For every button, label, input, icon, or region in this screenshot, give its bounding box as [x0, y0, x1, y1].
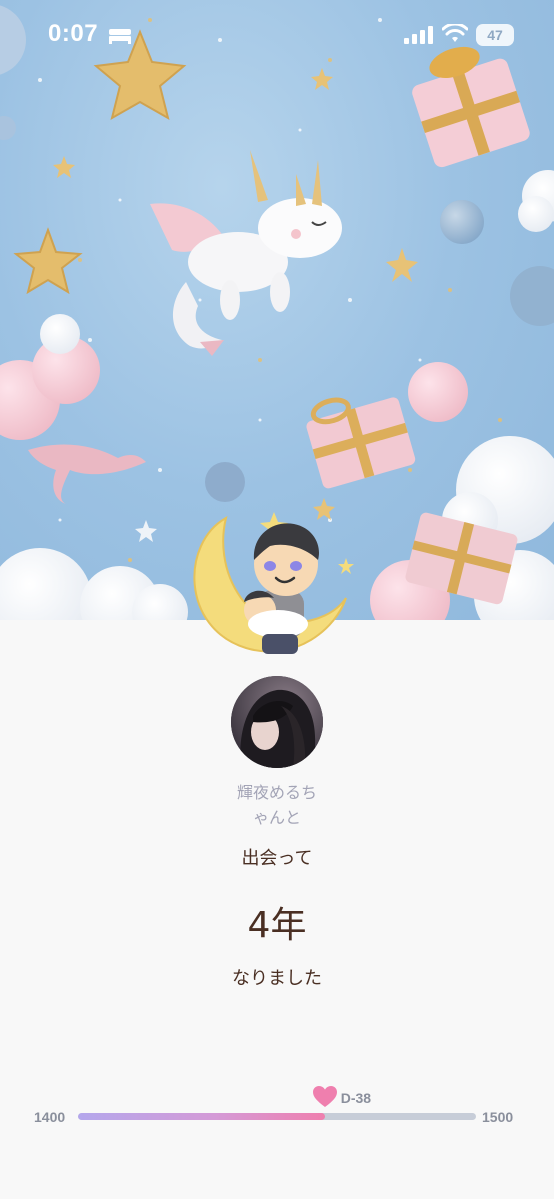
became-label: なりました: [232, 968, 322, 989]
progress-min-label: 1400: [34, 1109, 66, 1125]
years-count: 4年: [247, 905, 307, 946]
moon-mascot-icon: [186, 498, 356, 663]
wifi-icon: [441, 22, 469, 48]
battery-icon: 47: [476, 24, 514, 46]
profile-avatar[interactable]: [231, 676, 323, 768]
bed-icon: [108, 26, 132, 48]
heart-icon: [312, 1086, 337, 1108]
profile-name-line2: ゃんと: [252, 808, 301, 827]
profile-name-line1: 輝夜めるち: [236, 783, 317, 802]
progress-fill: [78, 1113, 325, 1120]
status-bar: 0:07 47: [0, 0, 554, 72]
progress-max-label: 1500: [482, 1109, 514, 1125]
signal-icon: [404, 26, 434, 48]
progress-track: [78, 1113, 476, 1120]
days-remaining-label: D-38: [340, 1090, 372, 1106]
met-label: 出会って: [241, 848, 313, 869]
status-time: 0:07: [48, 20, 99, 47]
profile-name: 輝夜めるち ゃんと: [177, 780, 377, 830]
